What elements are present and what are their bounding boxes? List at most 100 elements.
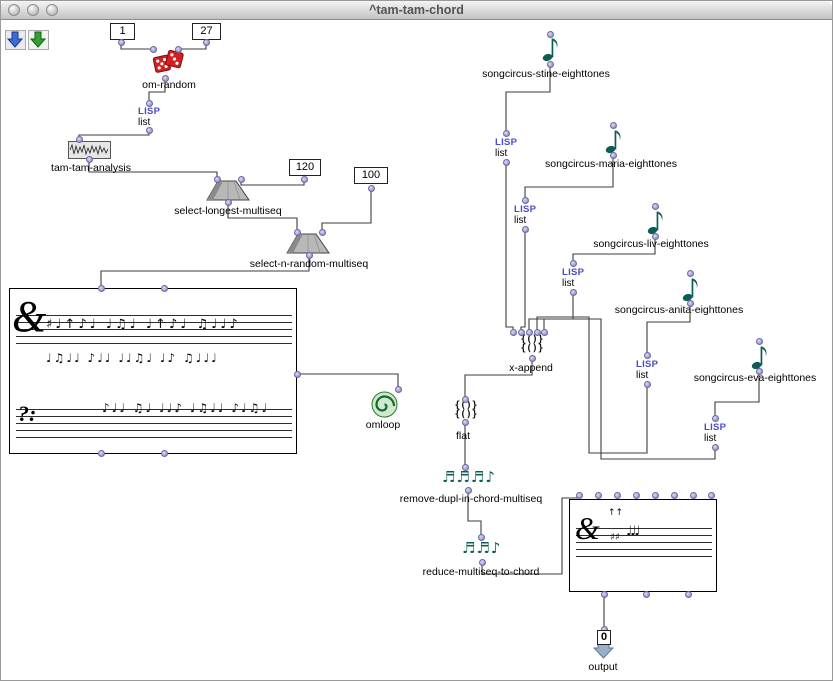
patch-cord[interactable] bbox=[506, 162, 513, 331]
trapezoid-icon[interactable] bbox=[206, 180, 250, 201]
connection-dot[interactable] bbox=[162, 75, 169, 82]
patch-cord[interactable] bbox=[529, 292, 573, 331]
connection-dot[interactable] bbox=[529, 355, 536, 362]
minimize-button[interactable] bbox=[27, 4, 39, 16]
connection-dot[interactable] bbox=[687, 300, 694, 307]
eval-blue-arrow-button[interactable] bbox=[5, 30, 26, 50]
connection-dot[interactable] bbox=[395, 386, 402, 393]
connection-dot[interactable] bbox=[98, 285, 105, 292]
connection-dot[interactable] bbox=[76, 136, 83, 143]
connection-dot[interactable] bbox=[644, 352, 651, 359]
connection-dot[interactable] bbox=[541, 329, 548, 336]
connection-dot[interactable] bbox=[708, 492, 715, 499]
connection-dot[interactable] bbox=[150, 46, 157, 53]
connection-dot[interactable] bbox=[118, 39, 125, 46]
connection-dot[interactable] bbox=[462, 464, 469, 471]
connection-dot[interactable] bbox=[503, 130, 510, 137]
connection-dot[interactable] bbox=[526, 329, 533, 336]
connection-dot[interactable] bbox=[712, 415, 719, 422]
notes-row-icon[interactable]: ♬♬♪ bbox=[462, 539, 501, 557]
patch-cord[interactable] bbox=[322, 188, 371, 232]
connection-dot[interactable] bbox=[238, 176, 245, 183]
lisp-list-box-3[interactable]: LISP list bbox=[514, 204, 544, 226]
connection-dot[interactable] bbox=[301, 176, 308, 183]
connection-dot[interactable] bbox=[146, 127, 153, 134]
x-append-list-icon[interactable]: {()} {()} bbox=[518, 335, 546, 353]
connection-dot[interactable] bbox=[161, 285, 168, 292]
omloop-spiral-icon[interactable] bbox=[371, 391, 398, 418]
connection-dot[interactable] bbox=[462, 419, 469, 426]
connection-dot[interactable] bbox=[86, 156, 93, 163]
connection-dot[interactable] bbox=[633, 492, 640, 499]
number-box-120[interactable]: 120 bbox=[289, 159, 321, 176]
chord-editor-box[interactable]: & ↑↑ ♯♯ ♩♩♩ bbox=[569, 499, 717, 592]
lisp-list-box-2[interactable]: LISP list bbox=[495, 137, 525, 159]
connection-dot[interactable] bbox=[595, 492, 602, 499]
multiseq-editor-box[interactable]: & ♯♩↑♪♩ ♩♫♩ ♩↑♪♩ ♫♩♩♪ ♩♫♩♩ ♪♩♩ ♩♩♫♩ ♩♪ ♫… bbox=[9, 288, 297, 454]
connection-dot[interactable] bbox=[225, 199, 232, 206]
connection-dot[interactable] bbox=[712, 444, 719, 451]
lisp-list-box-5[interactable]: LISP list bbox=[636, 359, 666, 381]
connection-dot[interactable] bbox=[652, 203, 659, 210]
connection-dot[interactable] bbox=[671, 492, 678, 499]
patch-cord[interactable] bbox=[544, 319, 715, 459]
connection-dot[interactable] bbox=[161, 450, 168, 457]
connection-dot[interactable] bbox=[601, 591, 608, 598]
songcircus-eva-note-icon[interactable] bbox=[751, 344, 767, 370]
patch-cord[interactable] bbox=[537, 317, 647, 453]
connection-dot[interactable] bbox=[294, 229, 301, 236]
songcircus-liv-note-icon[interactable] bbox=[647, 209, 663, 235]
close-button[interactable] bbox=[8, 4, 20, 16]
number-box-1[interactable]: 1 bbox=[110, 23, 135, 40]
songcircus-maria-note-icon[interactable] bbox=[605, 128, 621, 154]
connection-dot[interactable] bbox=[652, 233, 659, 240]
trapezoid-icon[interactable] bbox=[286, 233, 330, 254]
connection-dot[interactable] bbox=[690, 492, 697, 499]
notes-row-icon[interactable]: ♬♬♬♪ bbox=[442, 468, 496, 486]
connection-dot[interactable] bbox=[306, 252, 313, 259]
connection-dot[interactable] bbox=[462, 396, 469, 403]
zoom-button[interactable] bbox=[46, 4, 58, 16]
patch-cord[interactable] bbox=[297, 374, 398, 388]
patch-cord[interactable] bbox=[521, 229, 525, 331]
songcircus-anita-note-icon[interactable] bbox=[682, 276, 698, 302]
connection-dot[interactable] bbox=[643, 591, 650, 598]
connection-dot[interactable] bbox=[687, 270, 694, 277]
connection-dot[interactable] bbox=[294, 371, 301, 378]
connection-dot[interactable] bbox=[522, 197, 529, 204]
connection-dot[interactable] bbox=[503, 159, 510, 166]
number-box-100[interactable]: 100 bbox=[354, 167, 388, 184]
connection-dot[interactable] bbox=[465, 487, 472, 494]
connection-dot[interactable] bbox=[644, 381, 651, 388]
connection-dot[interactable] bbox=[756, 338, 763, 345]
connection-dot[interactable] bbox=[610, 122, 617, 129]
connection-dot[interactable] bbox=[203, 39, 210, 46]
connection-dot[interactable] bbox=[479, 559, 486, 566]
connection-dot[interactable] bbox=[146, 100, 153, 107]
number-box-27[interactable]: 27 bbox=[192, 23, 221, 40]
connection-dot[interactable] bbox=[570, 289, 577, 296]
connection-dot[interactable] bbox=[98, 450, 105, 457]
connection-dot[interactable] bbox=[510, 329, 517, 336]
titlebar[interactable]: ^tam-tam-chord bbox=[1, 1, 832, 20]
lisp-list-box-4[interactable]: LISP list bbox=[562, 267, 592, 289]
patch-cord[interactable] bbox=[79, 131, 149, 139]
songcircus-stine-note-icon[interactable] bbox=[542, 36, 558, 62]
connection-dot[interactable] bbox=[319, 229, 326, 236]
connection-dot[interactable] bbox=[478, 534, 485, 541]
connection-dot[interactable] bbox=[685, 591, 692, 598]
patch-cord[interactable] bbox=[482, 495, 579, 574]
connection-dot[interactable] bbox=[610, 152, 617, 159]
connection-dot[interactable] bbox=[570, 260, 577, 267]
connection-dot[interactable] bbox=[518, 329, 525, 336]
connection-dot[interactable] bbox=[614, 492, 621, 499]
connection-dot[interactable] bbox=[214, 176, 221, 183]
patch-cord[interactable] bbox=[241, 179, 304, 185]
lisp-list-box-6[interactable]: LISP list bbox=[704, 422, 734, 444]
save-green-arrow-button[interactable] bbox=[28, 30, 49, 50]
connection-dot[interactable] bbox=[652, 492, 659, 499]
connection-dot[interactable] bbox=[576, 492, 583, 499]
connection-dot[interactable] bbox=[368, 185, 375, 192]
connection-dot[interactable] bbox=[534, 329, 541, 336]
connection-dot[interactable] bbox=[175, 46, 182, 53]
